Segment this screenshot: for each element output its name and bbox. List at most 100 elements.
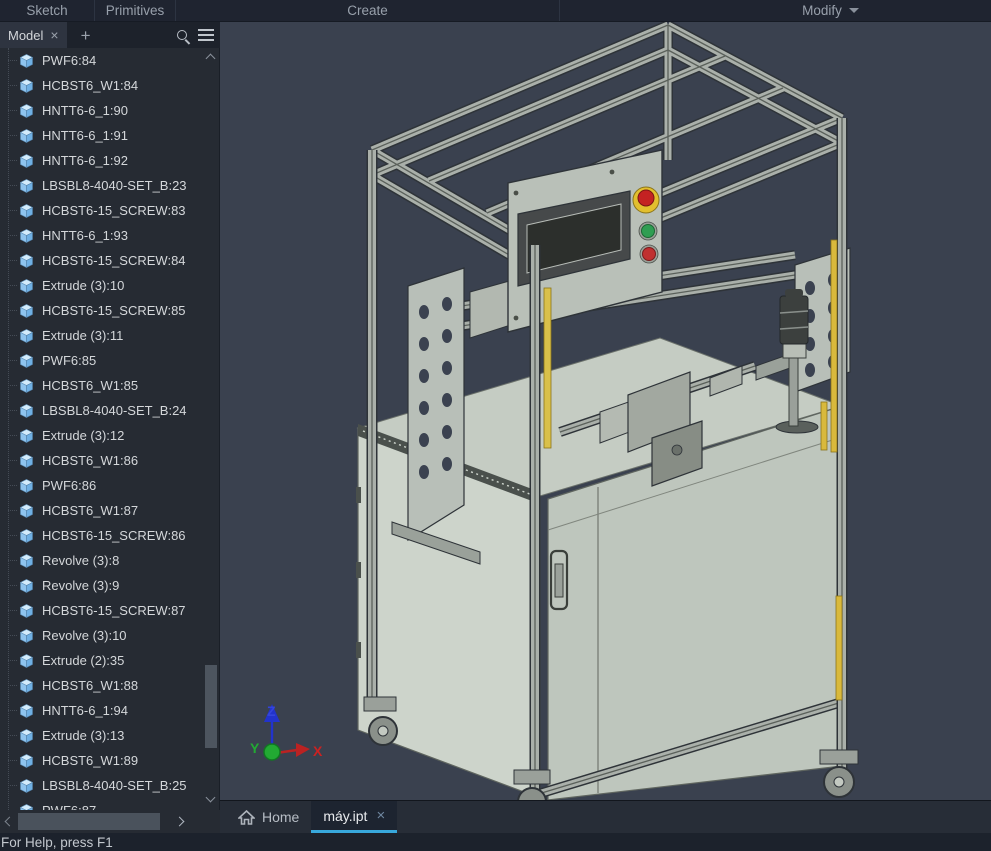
tree-item[interactable]: HCBST6-15_SCREW:85 [0,298,204,323]
tree-connector [8,360,17,361]
tree-connector [8,260,17,261]
emergency-stop-button[interactable] [632,186,660,214]
tree-item-label: HCBST6-15_SCREW:87 [42,603,186,618]
tree-connector [8,635,17,636]
tree-item[interactable]: Extrude (3):10 [0,273,204,298]
tree-item[interactable]: LBSBL8-4040-SET_B:25 [0,773,204,798]
ribbon-tab-modify[interactable]: Modify [560,0,991,21]
vertical-scroll-thumb[interactable] [205,665,217,748]
tree-item[interactable]: Revolve (3):10 [0,623,204,648]
tree-item-label: HNTT6-6_1:93 [42,228,128,243]
tree-item[interactable]: PWF6:84 [0,48,204,73]
tree-item[interactable]: HCBST6_W1:84 [0,73,204,98]
tree-item[interactable]: Extrude (3):11 [0,323,204,348]
tree-item-label: HCBST6_W1:85 [42,378,139,393]
stop-button-red[interactable] [639,244,659,264]
y-axis-ball-icon [263,743,281,761]
tree-item[interactable]: HNTT6-6_1:90 [0,98,204,123]
tree-connector [8,185,17,186]
tree-item-label: HCBST6-15_SCREW:83 [42,203,186,218]
add-panel-button[interactable]: + [81,27,91,44]
scroll-down-icon[interactable] [205,792,216,803]
part-cube-icon [19,528,34,543]
tree-item[interactable]: HNTT6-6_1:94 [0,698,204,723]
part-cube-icon [19,428,34,443]
3d-viewport[interactable]: Z X Y [220,22,991,800]
tree-connector [8,110,17,111]
caster-wheel-right[interactable] [819,749,859,798]
tree-item-label: HCBST6-15_SCREW:86 [42,528,186,543]
scroll-right-icon[interactable] [174,816,185,827]
tree-item-label: HNTT6-6_1:94 [42,703,128,718]
tree-item[interactable]: HCBST6_W1:88 [0,673,204,698]
ribbon-tab-primitives[interactable]: Primitives [95,0,176,21]
tree-item-label: HNTT6-6_1:92 [42,153,128,168]
tree-item[interactable]: PWF6:85 [0,348,204,373]
tree-item[interactable]: Revolve (3):9 [0,573,204,598]
scroll-up-icon[interactable] [205,53,216,64]
part-cube-icon [19,328,34,343]
tree-connector [8,710,17,711]
document-tab-bar: Home máy.ipt × [220,800,991,833]
search-icon[interactable] [177,30,187,40]
tab-home[interactable]: Home [226,801,311,833]
tab-document-may-ipt[interactable]: máy.ipt × [311,801,398,833]
close-icon[interactable]: × [50,28,58,42]
tree-vertical-scrollbar[interactable] [203,48,219,810]
tree-item[interactable]: HNTT6-6_1:93 [0,223,204,248]
z-axis-label: Z [267,703,276,719]
tree-item[interactable]: LBSBL8-4040-SET_B:23 [0,173,204,198]
tree-item[interactable]: PWF6:87 [0,798,204,810]
part-cube-icon [19,103,34,118]
tree-item-label: Revolve (3):10 [42,628,127,643]
tree-connector [8,485,17,486]
tree-item[interactable]: LBSBL8-4040-SET_B:24 [0,398,204,423]
tree-item[interactable]: HCBST6_W1:87 [0,498,204,523]
tree-item[interactable]: Extrude (3):12 [0,423,204,448]
tree-item[interactable]: HCBST6_W1:86 [0,448,204,473]
menu-icon[interactable] [198,29,214,41]
tree-item[interactable]: HNTT6-6_1:92 [0,148,204,173]
tree-connector [8,235,17,236]
part-cube-icon [19,578,34,593]
horizontal-scroll-thumb[interactable] [18,813,160,830]
tree-item[interactable]: HCBST6-15_SCREW:83 [0,198,204,223]
start-button-green[interactable] [638,221,658,241]
3d-model-machine[interactable]: Z X Y [220,22,991,800]
tree-item-label: HNTT6-6_1:90 [42,103,128,118]
tree-item-label: Revolve (3):9 [42,578,120,593]
tree-connector [8,535,17,536]
model-panel-tab[interactable]: Model × [0,22,67,48]
tree-item-label: Extrude (3):13 [42,728,125,743]
tree-item[interactable]: Revolve (3):8 [0,548,204,573]
close-icon[interactable]: × [376,808,385,823]
part-cube-icon [19,303,34,318]
tree-item[interactable]: HCBST6_W1:89 [0,748,204,773]
tree-item-label: HCBST6_W1:84 [42,78,139,93]
ribbon-bar: Sketch Primitives Create Modify [0,0,991,22]
ribbon-tab-create[interactable]: Create [176,0,560,21]
tree-item[interactable]: HCBST6-15_SCREW:86 [0,523,204,548]
ribbon-tab-sketch[interactable]: Sketch [0,0,95,21]
part-cube-icon [19,128,34,143]
tree-item[interactable]: HCBST6-15_SCREW:84 [0,248,204,273]
tree-item[interactable]: Extrude (2):35 [0,648,204,673]
tree-item[interactable]: PWF6:86 [0,473,204,498]
scroll-left-icon[interactable] [4,816,15,827]
tree-item[interactable]: Extrude (3):13 [0,723,204,748]
part-cube-icon [19,603,34,618]
tree-item-label: PWF6:86 [42,478,97,493]
tree-horizontal-scrollbar[interactable] [0,810,220,833]
tree-item-label: LBSBL8-4040-SET_B:25 [42,778,187,793]
tree-item-label: Extrude (3):10 [42,278,125,293]
part-cube-icon [19,153,34,168]
tree-item[interactable]: HCBST6-15_SCREW:87 [0,598,204,623]
tree-item-label: HCBST6_W1:88 [42,678,139,693]
part-cube-icon [19,178,34,193]
tree-item[interactable]: HNTT6-6_1:91 [0,123,204,148]
model-browser-panel: Model × + PWF6:84 HCBST6_W1:84 HNTT6-6_1… [0,22,220,833]
tree-item-label: Extrude (2):35 [42,653,125,668]
tree-item-label: HCBST6_W1:87 [42,503,139,518]
tree-item[interactable]: HCBST6_W1:85 [0,373,204,398]
tree-item-label: Revolve (3):8 [42,553,120,568]
